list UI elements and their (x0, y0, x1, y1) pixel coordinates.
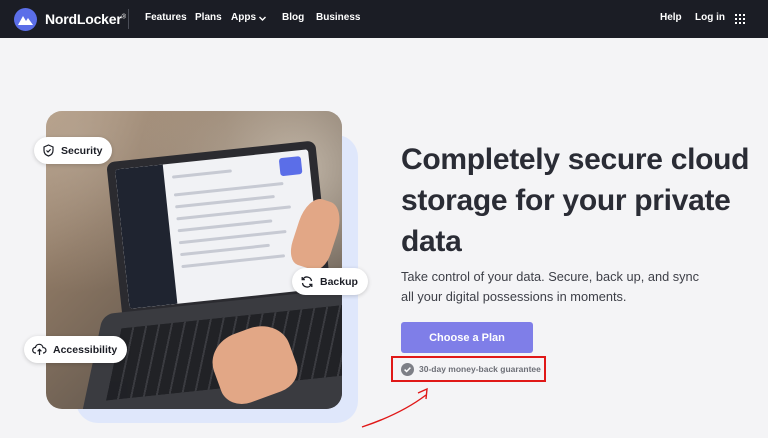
money-back-guarantee: 30-day money-back guarantee (401, 361, 541, 377)
backup-badge: Backup (292, 268, 368, 295)
page-title: Completely secure cloud storage for your… (401, 143, 750, 258)
annotation-arrow-icon (361, 387, 428, 428)
sync-icon (301, 275, 313, 288)
security-badge: Security (34, 137, 113, 164)
nav-business[interactable]: Business (316, 12, 360, 23)
page-subtitle: Take control of your data. Secure, back … (401, 269, 700, 304)
nav-apps[interactable]: Apps (231, 12, 256, 23)
brand-name: NordLocker® (45, 11, 126, 27)
choose-plan-button[interactable]: Choose a Plan (401, 322, 533, 353)
brand-logo[interactable]: NordLocker® (14, 7, 126, 31)
chevron-down-icon[interactable] (258, 14, 267, 23)
apps-grid-icon[interactable] (735, 14, 745, 24)
nav-plans[interactable]: Plans (195, 12, 222, 23)
nav-divider (128, 9, 129, 29)
nav-features[interactable]: Features (145, 12, 187, 23)
backup-label: Backup (320, 275, 358, 288)
folder-icon (278, 156, 303, 177)
security-label: Security (61, 144, 103, 157)
nav-help[interactable]: Help (660, 12, 682, 23)
accessibility-badge: Accessibility (24, 336, 128, 363)
nordlocker-logo-icon (14, 7, 37, 31)
check-circle-icon (401, 362, 414, 376)
guarantee-text: 30-day money-back guarantee (419, 364, 541, 374)
nav-blog[interactable]: Blog (282, 12, 304, 23)
shield-icon (43, 144, 54, 157)
cloud-upload-icon (32, 343, 47, 355)
accessibility-label: Accessibility (53, 343, 118, 356)
nav-login[interactable]: Log in (695, 12, 725, 23)
top-navigation-bar: NordLocker® Features Plans Apps Blog Bus… (0, 0, 768, 38)
